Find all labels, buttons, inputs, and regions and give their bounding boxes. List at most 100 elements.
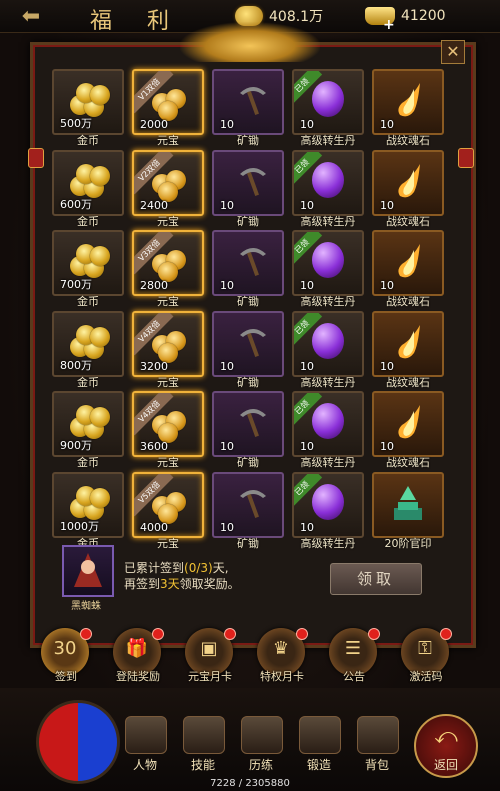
reward-cell-coin[interactable]: 900万 金币 xyxy=(48,388,128,469)
reward-cell-yuanbao[interactable]: V4双倍 3600 元宝 xyxy=(128,388,208,469)
reward-slot[interactable]: 已领 10 xyxy=(292,391,364,457)
reward-quantity: 2400 xyxy=(140,198,168,212)
reward-cell-stone[interactable]: 10 战纹魂石 xyxy=(368,388,448,469)
reward-slot[interactable]: 10 xyxy=(372,391,444,457)
avatar-label: 黑蜘蛛 xyxy=(71,601,101,612)
reward-cell-yuanbao[interactable]: V1双倍 2000 元宝 xyxy=(128,66,208,147)
close-button[interactable]: ✕ xyxy=(441,40,465,64)
black-spider-avatar-icon[interactable] xyxy=(62,545,114,597)
reward-cell-gem[interactable]: 已领 10 高级转生丹 xyxy=(288,308,368,389)
reward-cell-coin[interactable]: 600万 金币 xyxy=(48,147,128,228)
reward-slot[interactable] xyxy=(372,471,444,538)
reward-cell-stone[interactable]: 10 战纹魂石 xyxy=(368,308,448,389)
reward-slot[interactable]: V4双倍 3600 xyxy=(132,391,204,457)
reward-cell-gem[interactable]: 已领 10 高级转生丹 xyxy=(288,388,368,469)
reward-slot[interactable]: 10 xyxy=(212,391,284,457)
reward-cell-gem[interactable]: 已领 10 高级转生丹 xyxy=(288,227,368,308)
tab-0[interactable]: 30 签到 xyxy=(36,628,96,688)
reward-cell-pick[interactable]: 10 矿锄 xyxy=(208,469,288,550)
tab-5[interactable]: ⚿ 激活码 xyxy=(396,628,456,688)
gold-coins-icon xyxy=(68,79,112,119)
reward-slot[interactable]: V5双倍 4000 xyxy=(132,471,204,538)
training-button[interactable]: 历练 xyxy=(238,716,284,776)
reward-slot[interactable]: 500万 xyxy=(52,69,124,135)
reward-slot[interactable]: 800万 xyxy=(52,310,124,377)
reward-cell-pick[interactable]: 10 矿锄 xyxy=(208,147,288,228)
reward-cell-coin[interactable]: 500万 金币 xyxy=(48,66,128,147)
reward-quantity: 700万 xyxy=(60,278,92,291)
reward-cell-stone[interactable]: 10 战纹魂石 xyxy=(368,66,448,147)
tab-2[interactable]: ▣ 元宝月卡 xyxy=(180,628,240,688)
reward-slot[interactable]: 10 xyxy=(212,149,284,216)
reward-slot[interactable]: V1双倍 2000 xyxy=(132,69,204,135)
reward-slot[interactable]: 600万 xyxy=(52,149,124,216)
ingot-icon: + xyxy=(365,7,395,33)
reward-cell-coin[interactable]: 1000万 金币 xyxy=(48,469,128,550)
reward-quantity: 10 xyxy=(220,359,234,373)
sign-line-2: 再签到3天领取奖励。 xyxy=(124,577,240,591)
reward-slot[interactable]: V2双倍 2400 xyxy=(132,149,204,216)
training-icon xyxy=(241,716,283,754)
reward-cell-coin[interactable]: 800万 金币 xyxy=(48,308,128,389)
reward-cell-stone[interactable]: 10 战纹魂石 xyxy=(368,227,448,308)
reward-grid: 500万 金币 V1双倍 2000 元宝 10 矿锄 已领 10 高级转生丹 10 战纹魂石 600万金… xyxy=(48,66,448,550)
reward-slot[interactable]: 已领 10 xyxy=(292,230,364,296)
notification-dot xyxy=(224,628,236,640)
rebirth-pill-icon xyxy=(312,161,344,198)
reward-cell-yuanbao[interactable]: V3双倍 2800 元宝 xyxy=(128,227,208,308)
reward-quantity: 2800 xyxy=(140,279,168,292)
reward-slot[interactable]: 10 xyxy=(372,230,444,296)
reward-slot[interactable]: 10 xyxy=(212,310,284,377)
reward-cell-pick[interactable]: 10 矿锄 xyxy=(208,66,288,147)
right-ribbon-icon xyxy=(458,148,474,168)
reward-slot[interactable]: 10 xyxy=(212,230,284,296)
claim-button[interactable]: 领取 xyxy=(330,563,422,595)
tab-3[interactable]: ♛ 特权月卡 xyxy=(252,628,312,688)
reward-quantity: 10 xyxy=(380,279,394,292)
battle-soul-stone-icon xyxy=(398,83,420,117)
reward-slot[interactable]: 10 xyxy=(372,69,444,135)
reward-cell-pick[interactable]: 10 矿锄 xyxy=(208,388,288,469)
tab-icon: 🎁 xyxy=(125,638,149,659)
reward-quantity: 10 xyxy=(220,520,234,534)
reward-slot[interactable]: 已领 10 xyxy=(292,149,364,216)
reward-slot[interactable]: 10 xyxy=(212,69,284,135)
character-button[interactable]: 人物 xyxy=(122,716,168,776)
reward-cell-pick[interactable]: 10 矿锄 xyxy=(208,227,288,308)
reward-cell-seal[interactable]: 20阶官印 xyxy=(368,469,448,550)
forge-button[interactable]: 锻造 xyxy=(296,716,342,776)
reward-cell-stone[interactable]: 10 战纹魂石 xyxy=(368,147,448,228)
ingot-currency[interactable]: + 41200 xyxy=(365,4,446,33)
reward-slot[interactable]: 10 xyxy=(372,149,444,216)
back-arrow-icon[interactable]: ⬅ xyxy=(10,2,52,30)
reward-quantity: 10 xyxy=(220,279,234,292)
reward-slot[interactable]: 900万 xyxy=(52,391,124,457)
tab-label: 公告 xyxy=(343,670,365,683)
reward-cell-yuanbao[interactable]: V2双倍 2400 元宝 xyxy=(128,147,208,228)
reward-cell-yuanbao[interactable]: V5双倍 4000 元宝 xyxy=(128,469,208,550)
reward-slot[interactable]: 已领 10 xyxy=(292,310,364,377)
tab-4[interactable]: ☰ 公告 xyxy=(324,628,384,688)
reward-slot[interactable]: 1000万 xyxy=(52,471,124,538)
reward-quantity: 900万 xyxy=(60,439,92,452)
reward-slot[interactable]: V3双倍 2800 xyxy=(132,230,204,296)
reward-quantity: 800万 xyxy=(60,358,92,372)
reward-slot[interactable]: 已领 10 xyxy=(292,69,364,135)
pickaxe-icon xyxy=(240,328,266,357)
reward-cell-gem[interactable]: 已领 10 高级转生丹 xyxy=(288,66,368,147)
reward-slot[interactable]: 已领 10 xyxy=(292,471,364,538)
reward-slot[interactable]: 10 xyxy=(372,310,444,377)
reward-cell-gem[interactable]: 已领 10 高级转生丹 xyxy=(288,469,368,550)
tab-1[interactable]: 🎁 登陆奖励 xyxy=(108,628,168,688)
reward-slot[interactable]: 700万 xyxy=(52,230,124,296)
gold-coins-icon xyxy=(68,401,112,441)
reward-cell-coin[interactable]: 700万 金币 xyxy=(48,227,128,308)
reward-cell-gem[interactable]: 已领 10 高级转生丹 xyxy=(288,147,368,228)
skill-button[interactable]: 技能 xyxy=(180,716,226,776)
bag-button[interactable]: 背包 xyxy=(354,716,400,776)
return-button[interactable]: ⤺ 返回 xyxy=(414,714,478,778)
reward-slot[interactable]: 10 xyxy=(212,471,284,538)
reward-cell-pick[interactable]: 10 矿锄 xyxy=(208,308,288,389)
reward-slot[interactable]: V4双倍 3200 xyxy=(132,310,204,377)
reward-cell-yuanbao[interactable]: V4双倍 3200 元宝 xyxy=(128,308,208,389)
